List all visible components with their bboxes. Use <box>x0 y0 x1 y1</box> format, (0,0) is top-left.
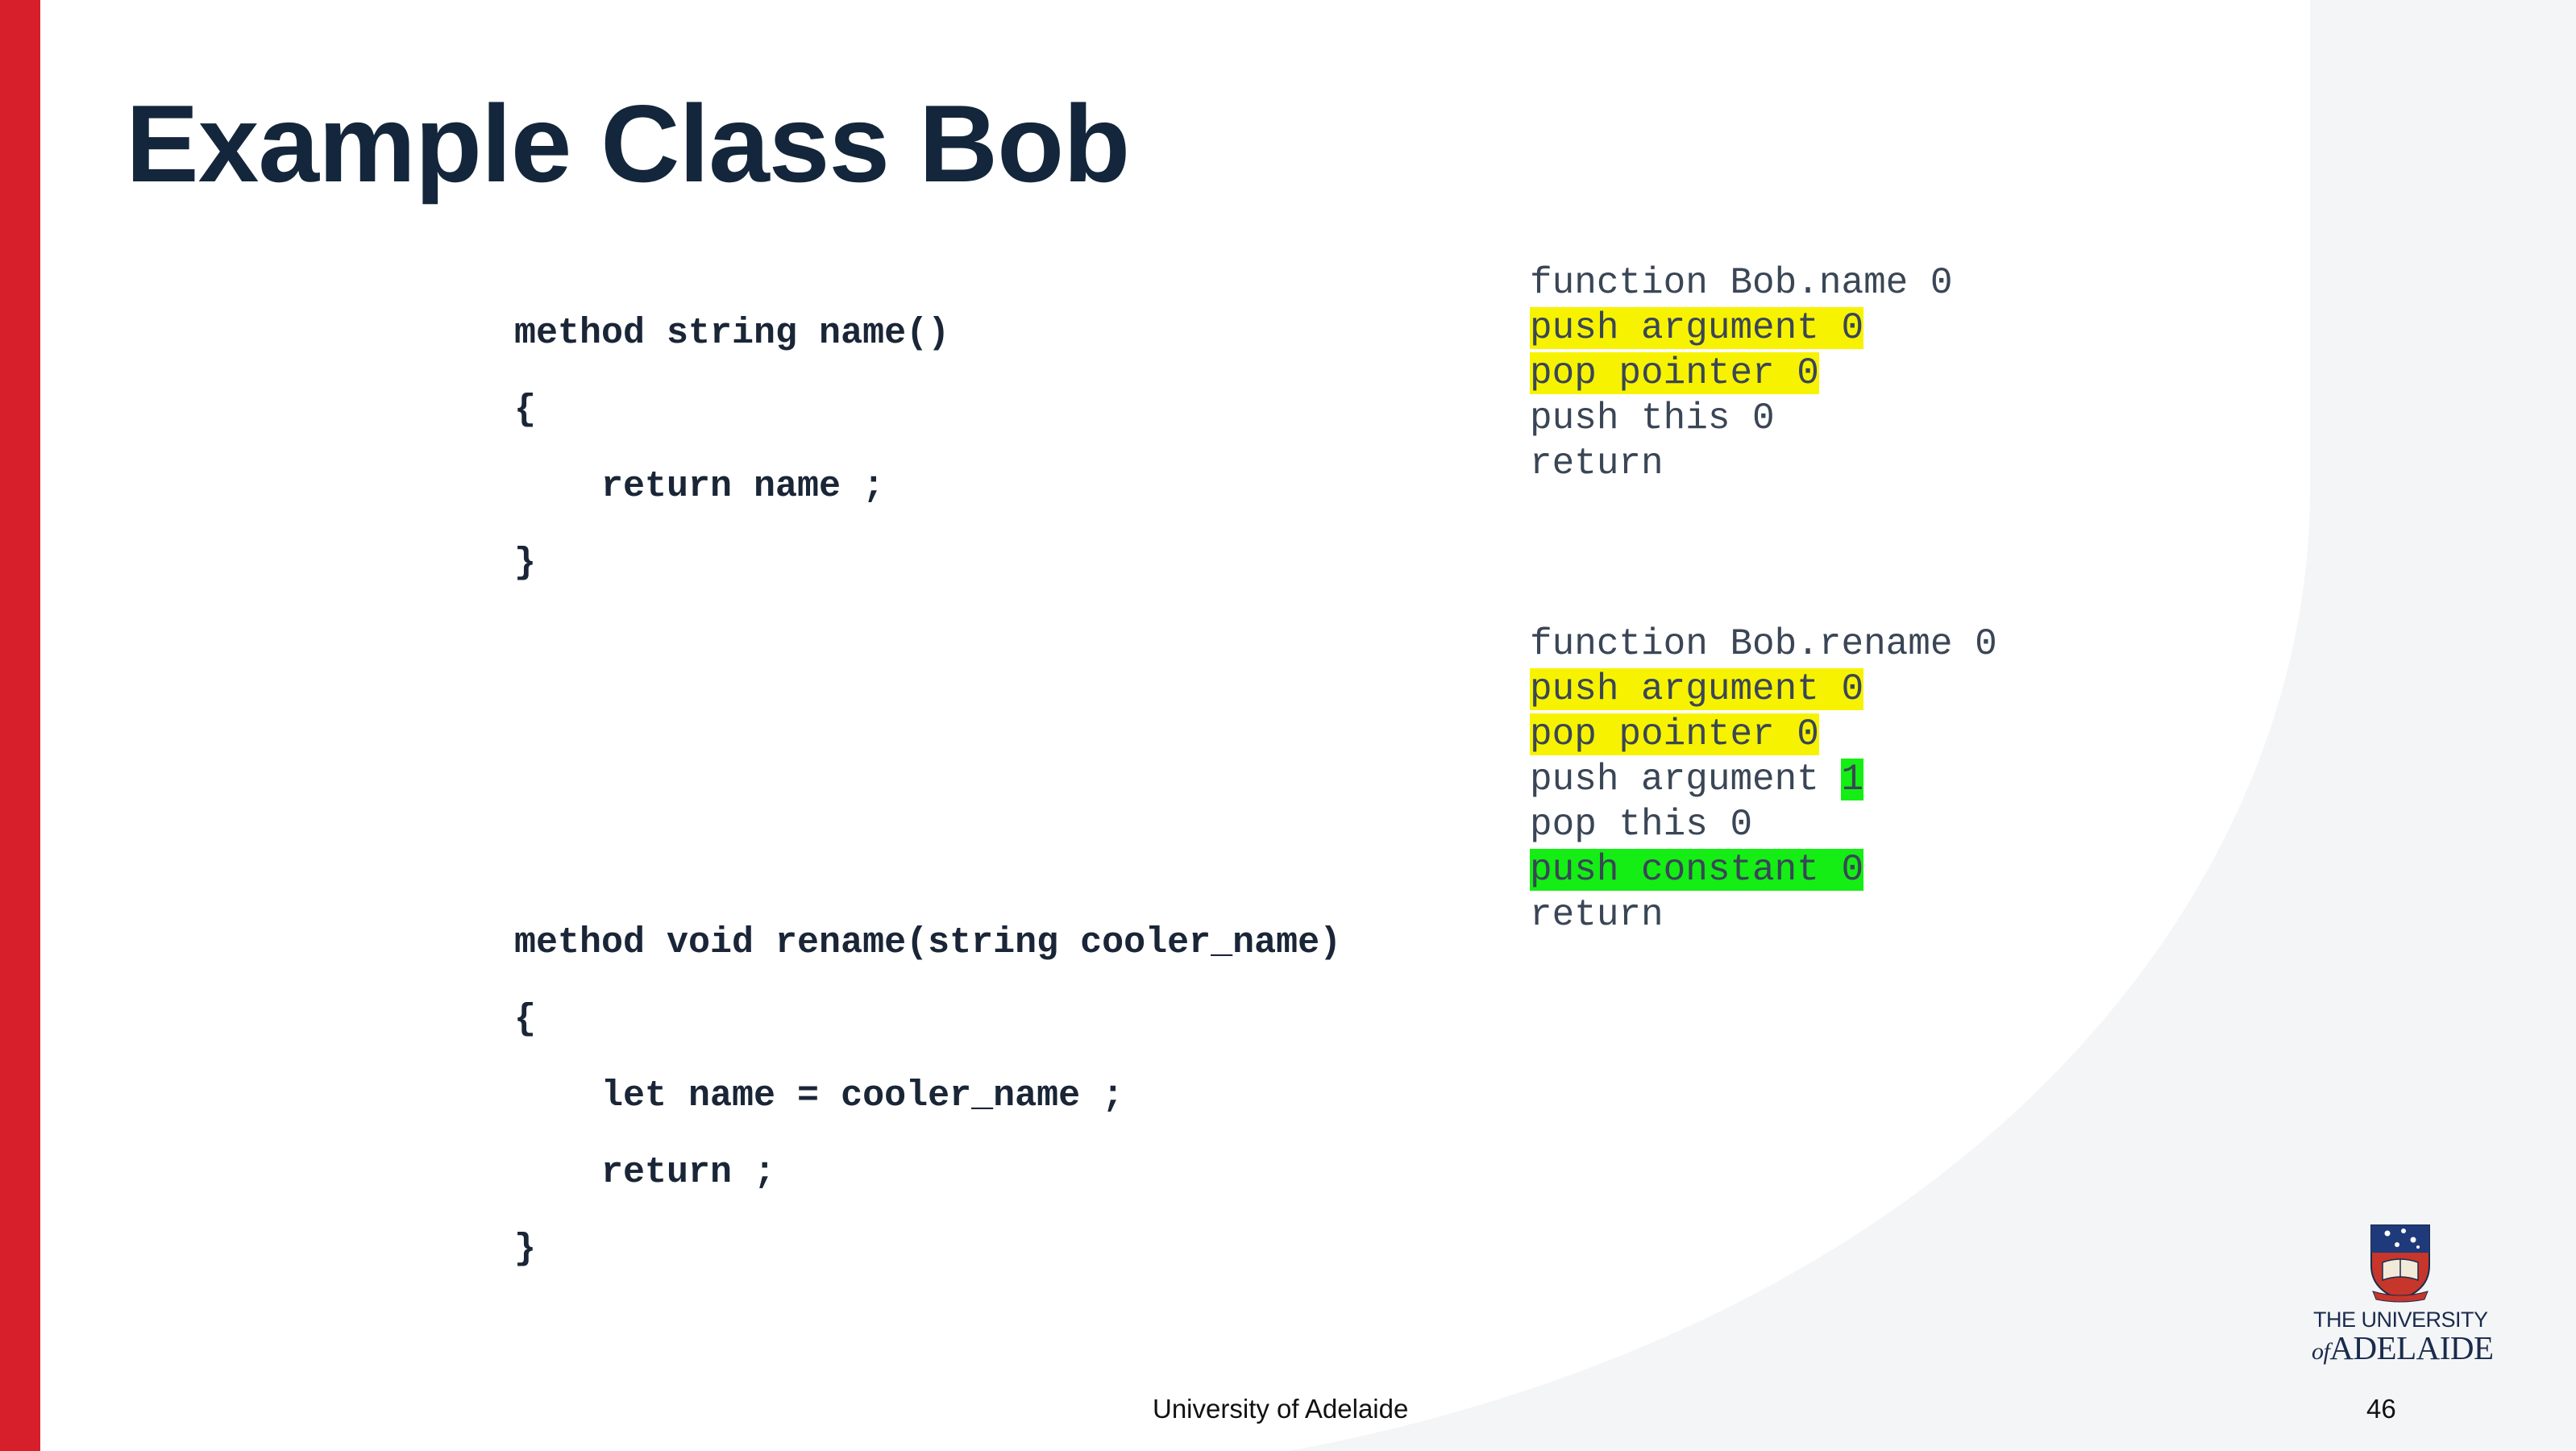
logo-text-line2: ofADELAIDE <box>2312 1328 2494 1367</box>
code-line: { <box>514 389 537 430</box>
slide-title: Example Class Bob <box>126 82 1130 205</box>
jack-method-name: method string name() { return name ; } <box>514 295 949 601</box>
logo-text-of: of <box>2312 1338 2330 1365</box>
code-line: let name = cooler_name ; <box>514 1075 1124 1116</box>
vm-push-argument-highlighted: push argument 0 <box>1530 307 1864 349</box>
vm-push-constant-highlighted: push constant 0 <box>1530 849 1864 891</box>
vm-argument-index-highlighted: 1 <box>1841 759 1864 800</box>
vm-return: return <box>1530 894 1664 936</box>
vm-pop-this: pop this 0 <box>1530 804 1753 846</box>
code-line: } <box>514 543 537 584</box>
vm-push-argument-highlighted: push argument 0 <box>1530 668 1864 710</box>
code-line: method void rename(string cooler_name) <box>514 922 1342 963</box>
code-line: method string name() <box>514 313 950 354</box>
vm-pop-pointer-highlighted: pop pointer 0 <box>1530 352 1819 394</box>
vm-pop-pointer-highlighted: pop pointer 0 <box>1530 713 1819 755</box>
code-line: } <box>514 1229 537 1270</box>
vm-return: return <box>1530 443 1664 484</box>
vm-code-name-function: function Bob.name 0 push argument 0 pop … <box>1530 260 1953 486</box>
code-line: return name ; <box>514 466 885 507</box>
crest-icon <box>2370 1224 2430 1303</box>
accent-bar <box>0 0 40 1451</box>
vm-push-this: push this 0 <box>1530 397 1775 439</box>
code-line: return ; <box>514 1152 776 1193</box>
vm-function-header: function Bob.rename 0 <box>1530 623 1997 665</box>
logo-text-adelaide: ADELAIDE <box>2329 1329 2494 1366</box>
vm-push-argument-prefix: push argument <box>1530 759 1842 800</box>
code-line: { <box>514 999 537 1040</box>
jack-method-rename: method void rename(string cooler_name) {… <box>514 904 1341 1287</box>
footer-university-name: University of Adelaide <box>1153 1394 1409 1424</box>
vm-code-rename-function: function Bob.rename 0 push argument 0 po… <box>1530 622 1997 938</box>
vm-function-header: function Bob.name 0 <box>1530 262 1953 304</box>
jack-code-block: method string name() { return name ; } m… <box>514 295 1341 1270</box>
university-logo: THE UNIVERSITY ofADELAIDE <box>2307 1222 2494 1367</box>
page-number: 46 <box>2366 1394 2396 1424</box>
